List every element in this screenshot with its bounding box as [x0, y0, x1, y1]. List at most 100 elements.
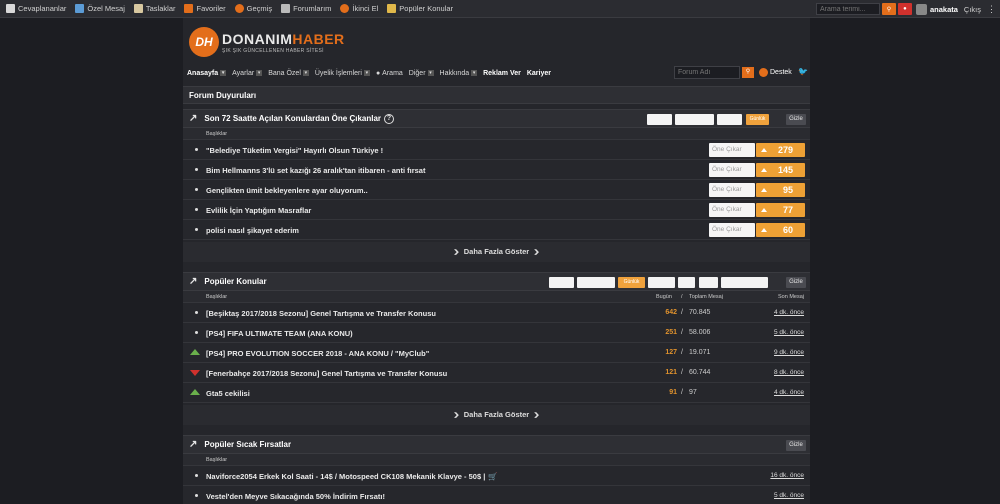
last-post-link[interactable]: 4 dk. önce: [774, 309, 804, 316]
show-more-label: Daha Fazla Göster: [463, 410, 530, 419]
logo-text: DONANIMHABER ŞIK ŞIK GÜNCELLENEN HABER S…: [222, 31, 345, 54]
search-button[interactable]: ⚲: [881, 3, 896, 15]
bullet-icon: [195, 474, 198, 477]
tb-populer-konular[interactable]: Popüler Konular: [387, 4, 453, 13]
last-post-link[interactable]: 5 dk. önce: [774, 492, 804, 499]
popular-row[interactable]: [Beşiktaş 2017/2018 Sezonu] Genel Tartış…: [183, 303, 810, 323]
filter-option[interactable]: [721, 277, 768, 288]
feature-button[interactable]: Öne Çıkar: [709, 203, 755, 217]
col-today: Bugün: [656, 294, 672, 300]
filter-option[interactable]: [699, 277, 718, 288]
nav-hakkinda[interactable]: Hakkında ▾: [440, 70, 478, 77]
popular-row[interactable]: [Fenerbahçe 2017/2018 Sezonu] Genel Tart…: [183, 363, 810, 383]
topic-title[interactable]: Evlilik İçin Yaptığım Masraflar: [206, 206, 311, 215]
vote-button[interactable]: 77: [756, 203, 805, 217]
tb-forumlarim[interactable]: Forumlarım: [281, 4, 331, 13]
show-more-button[interactable]: ❯ Daha Fazla Göster ❯: [183, 405, 810, 425]
draft-icon: [133, 4, 143, 13]
feature-button[interactable]: Öne Çıkar: [709, 163, 755, 177]
popular-row[interactable]: Gta5 cekilisi 91 / 97 4 dk. önce: [183, 383, 810, 403]
announcements-bar[interactable]: Forum Duyuruları: [183, 86, 810, 104]
user-menu[interactable]: anakata: [915, 3, 958, 15]
vote-button[interactable]: 60: [756, 223, 805, 237]
topic-title[interactable]: [PS4] FIFA ULTIMATE TEAM (ANA KONU): [206, 329, 353, 338]
filter-option[interactable]: [717, 114, 742, 125]
filter-option[interactable]: [647, 114, 672, 125]
mail-icon: [75, 4, 85, 13]
nav-anasayfa[interactable]: Anasayfa ▾: [187, 70, 227, 77]
nav-arama[interactable]: ● Arama: [376, 70, 403, 77]
help-icon[interactable]: ?: [384, 113, 395, 124]
username: anakata: [929, 4, 958, 14]
forum-search-button[interactable]: ⚲: [742, 67, 754, 78]
last-post-link[interactable]: 4 dk. önce: [774, 389, 804, 396]
nav-bana-ozel[interactable]: Bana Özel ▾: [268, 70, 309, 77]
hide-button[interactable]: Gizle: [786, 114, 806, 125]
last-post-link[interactable]: 5 dk. önce: [774, 329, 804, 336]
trending-row[interactable]: polisi nasıl şikayet ederim Öne Çıkar 60: [183, 220, 810, 240]
history-icon: [234, 4, 244, 13]
trend-icon: ↗: [189, 439, 198, 450]
forum-search-input[interactable]: [674, 66, 740, 79]
filter-active[interactable]: Günlük: [618, 277, 645, 288]
hide-button[interactable]: Gizle: [786, 440, 806, 451]
topic-title[interactable]: Naviforce2054 Erkek Kol Saati - 14$ / Mo…: [206, 472, 498, 481]
popular-row[interactable]: [PS4] FIFA ULTIMATE TEAM (ANA KONU) 251 …: [183, 323, 810, 343]
tb-favoriler[interactable]: Favoriler: [184, 4, 226, 13]
nav-ayarlar[interactable]: Ayarlar ▾: [232, 70, 263, 77]
trending-row[interactable]: "Belediye Tüketim Vergisi" Hayırlı Olsun…: [183, 140, 810, 160]
trending-row[interactable]: Evlilik İçin Yaptığım Masraflar Öne Çıka…: [183, 200, 810, 220]
nav-diger[interactable]: Diğer ▾: [409, 70, 434, 77]
topic-title[interactable]: [Beşiktaş 2017/2018 Sezonu] Genel Tartış…: [206, 309, 436, 318]
trending-row[interactable]: Bim Hellmanns 3'lü set kazığı 26 aralık'…: [183, 160, 810, 180]
site-logo[interactable]: DH DONANIMHABER ŞIK ŞIK GÜNCELLENEN HABE…: [189, 25, 345, 59]
tb-gecmis[interactable]: Geçmiş: [234, 4, 272, 13]
show-more-button[interactable]: ❯ Daha Fazla Göster ❯: [183, 242, 810, 262]
tb-ozel-mesaj[interactable]: Özel Mesaj: [75, 4, 125, 13]
vote-button[interactable]: 145: [756, 163, 805, 177]
support-icon: [759, 68, 768, 77]
filter-option[interactable]: [577, 277, 615, 288]
last-post-link[interactable]: 16 dk. önce: [770, 472, 804, 479]
filter-option[interactable]: [675, 114, 714, 125]
bullet-icon: [195, 148, 198, 151]
filter-option[interactable]: [648, 277, 675, 288]
more-options-icon[interactable]: ⋮: [987, 4, 996, 15]
support-link[interactable]: Destek: [759, 66, 792, 79]
feature-button[interactable]: Öne Çıkar: [709, 183, 755, 197]
topic-title[interactable]: Bim Hellmanns 3'lü set kazığı 26 aralık'…: [206, 166, 425, 175]
vote-button[interactable]: 95: [756, 183, 805, 197]
filter-option[interactable]: [549, 277, 574, 288]
tb-cevaplananlar[interactable]: Cevaplananlar: [6, 4, 66, 13]
deal-row[interactable]: Vestel'den Meyve Sıkacağında 50% İndirim…: [183, 486, 810, 504]
topic-title[interactable]: [Fenerbahçe 2017/2018 Sezonu] Genel Tart…: [206, 369, 447, 378]
global-search-input[interactable]: [815, 3, 880, 15]
trend-up-icon: [190, 349, 200, 355]
trending-row[interactable]: Gençlikten ümit bekleyenlere ayar oluyor…: [183, 180, 810, 200]
last-post-link[interactable]: 9 dk. önce: [774, 349, 804, 356]
topic-title[interactable]: polisi nasıl şikayet ederim: [206, 226, 299, 235]
topic-title[interactable]: [PS4] PRO EVOLUTION SOCCER 2018 - ANA KO…: [206, 349, 429, 358]
tb-ikinci-el[interactable]: İkinci El: [340, 4, 378, 13]
topic-title[interactable]: Vestel'den Meyve Sıkacağında 50% İndirim…: [206, 492, 385, 501]
tb-taslaklar[interactable]: Taslaklar: [133, 4, 175, 13]
nav-reklam-ver[interactable]: Reklam Ver: [483, 70, 521, 77]
nav-kariyer[interactable]: Kariyer: [527, 70, 551, 77]
popular-row[interactable]: [PS4] PRO EVOLUTION SOCCER 2018 - ANA KO…: [183, 343, 810, 363]
hide-button[interactable]: Gizle: [786, 277, 806, 288]
filter-active[interactable]: Günlük: [746, 114, 769, 125]
twitter-icon[interactable]: 🐦: [798, 68, 808, 76]
nav-uyelik[interactable]: Üyelik İşlemleri ▾: [315, 70, 370, 77]
topic-title[interactable]: "Belediye Tüketim Vergisi" Hayırlı Olsun…: [206, 146, 383, 155]
vote-button[interactable]: 279: [756, 143, 805, 157]
notification-button[interactable]: ●: [897, 3, 912, 15]
logout-link[interactable]: Çıkış: [964, 5, 981, 14]
topic-title[interactable]: Gta5 cekilisi: [206, 389, 250, 398]
today-count: 251: [665, 329, 677, 336]
deal-row[interactable]: Naviforce2054 Erkek Kol Saati - 14$ / Mo…: [183, 466, 810, 486]
topic-title[interactable]: Gençlikten ümit bekleyenlere ayar oluyor…: [206, 186, 368, 195]
last-post-link[interactable]: 8 dk. önce: [774, 369, 804, 376]
feature-button[interactable]: Öne Çıkar: [709, 143, 755, 157]
filter-option[interactable]: [678, 277, 695, 288]
feature-button[interactable]: Öne Çıkar: [709, 223, 755, 237]
